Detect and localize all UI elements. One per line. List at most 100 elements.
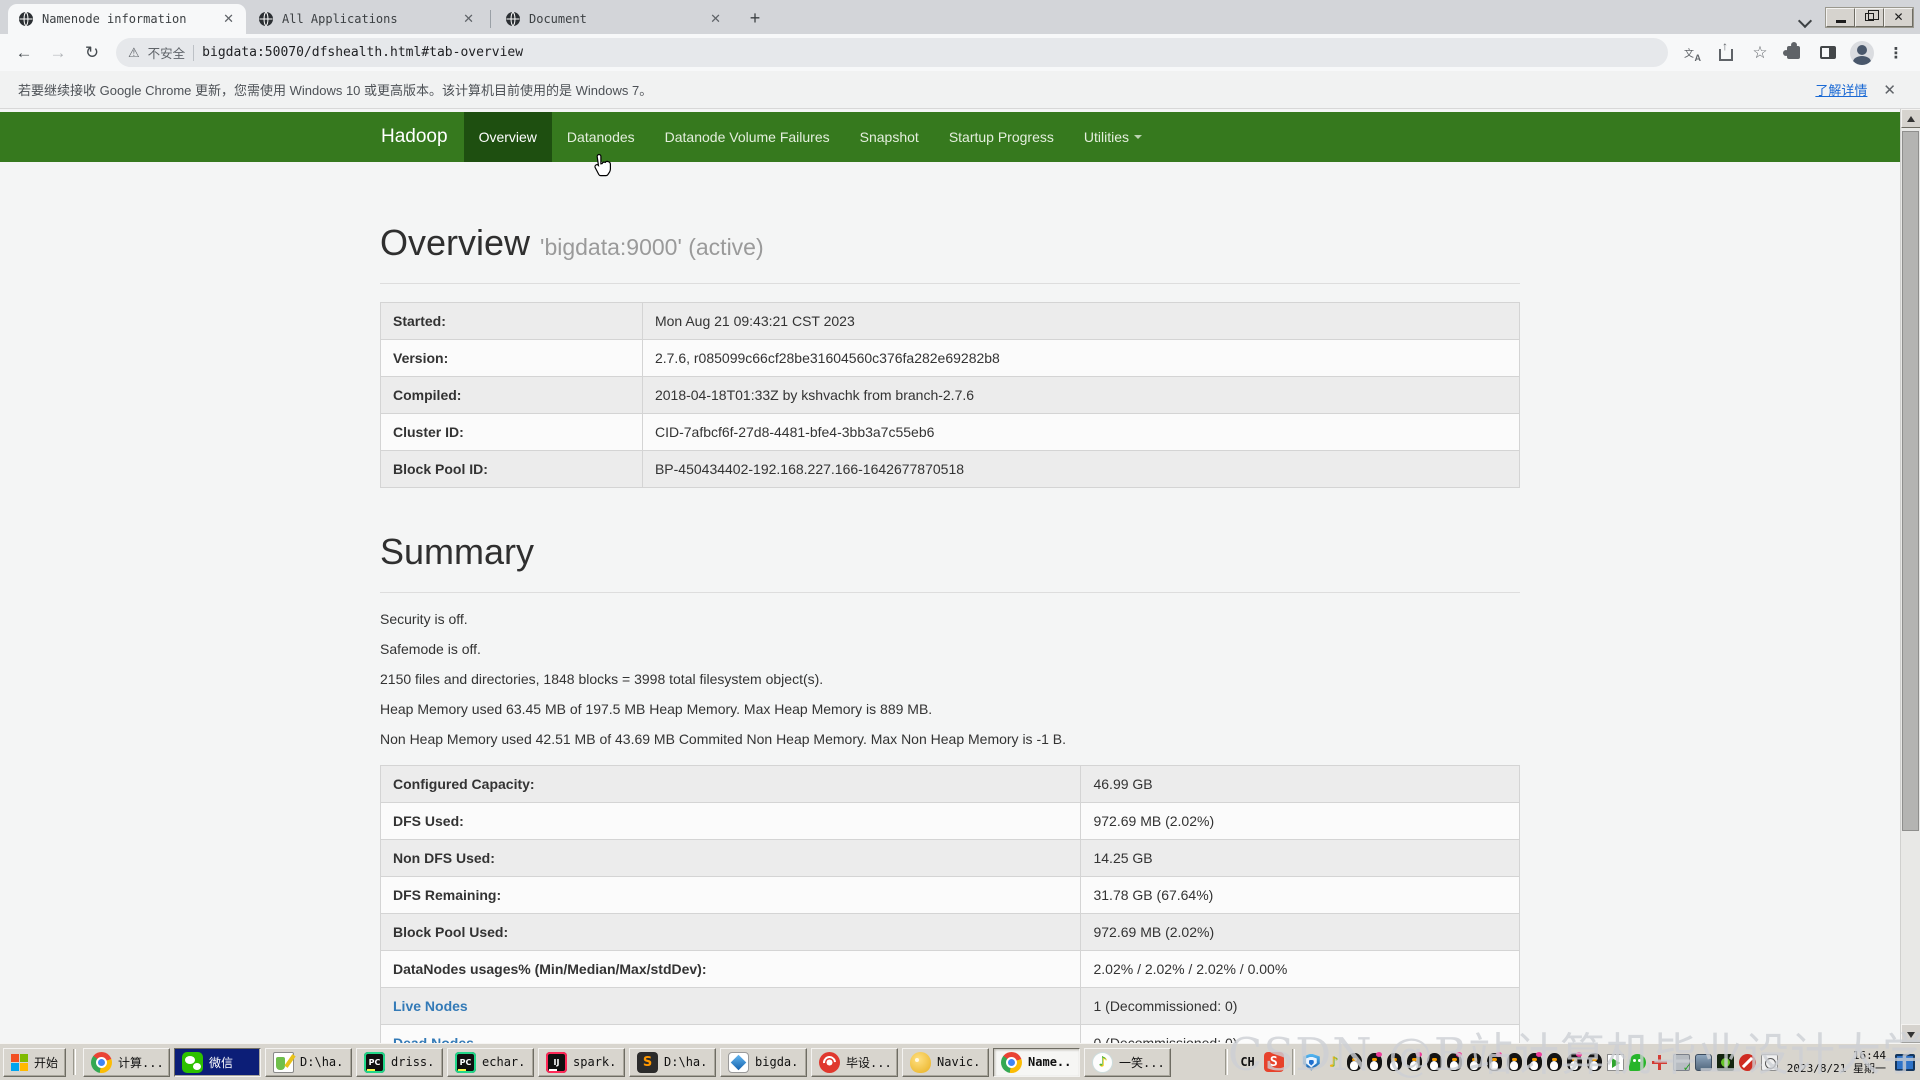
url-text[interactable]: bigdata:50070/dfshealth.html#tab-overvie… (202, 45, 523, 60)
task-chrome-namenode[interactable]: Name... (993, 1048, 1080, 1077)
task-chrome-jisuan[interactable]: 计算... (83, 1048, 170, 1077)
language-indicator[interactable]: CH (1236, 1055, 1258, 1069)
qq-penguin-icon[interactable] (1467, 1053, 1482, 1071)
tab-close-icon[interactable]: ✕ (461, 12, 476, 27)
sogou-input-icon[interactable]: S (1264, 1052, 1284, 1072)
summary-line: Non Heap Memory used 42.51 MB of 43.69 M… (380, 729, 1520, 749)
address-bar[interactable]: ⚠ 不安全 bigdata:50070/dfshealth.html#tab-o… (116, 38, 1668, 67)
qq-penguin-icon[interactable] (1487, 1053, 1502, 1071)
not-secure-warning-icon[interactable]: ⚠ (128, 45, 140, 61)
vmware-icon (728, 1052, 749, 1073)
qq-penguin-icon[interactable] (1507, 1053, 1522, 1071)
tab-title: Namenode information (42, 12, 213, 26)
tab-document[interactable]: Document ✕ (495, 4, 733, 34)
tab-close-icon[interactable]: ✕ (708, 12, 723, 27)
qq-penguin-icon[interactable] (1567, 1053, 1582, 1071)
summary-header: Summary (380, 533, 1520, 593)
task-idea-spark[interactable]: IJspark... (538, 1048, 625, 1077)
forward-button[interactable]: → (44, 39, 72, 67)
notice-text: 若要继续接收 Google Chrome 更新，您需使用 Windows 10 … (18, 80, 1805, 99)
clipboard-tray-icon[interactable] (1607, 1054, 1624, 1071)
browser-toolbar: ← → ↻ ⚠ 不安全 bigdata:50070/dfshealth.html… (0, 34, 1920, 71)
vertical-scrollbar[interactable] (1900, 109, 1920, 1043)
globe-favicon-icon (258, 11, 274, 27)
task-notepadpp[interactable]: D:\ha... (265, 1048, 352, 1077)
page-title: Overview 'bigdata:9000' (active) (380, 224, 1520, 263)
back-button[interactable]: ← (10, 39, 38, 67)
qq-penguin-icon[interactable] (1587, 1053, 1602, 1071)
menu-kebab-icon[interactable]: ⋮ (1882, 39, 1910, 67)
scrollbar-thumb[interactable] (1902, 131, 1919, 831)
navbar-brand[interactable]: Hadoop (365, 112, 464, 162)
pycharm-icon: PC (364, 1052, 385, 1073)
scroll-down-arrow[interactable] (1901, 1024, 1920, 1043)
minimize-button[interactable] (1826, 8, 1855, 27)
learn-more-link[interactable]: 了解详情 (1815, 80, 1867, 99)
task-navicat[interactable]: Navic... (902, 1048, 989, 1077)
wechat-tray-icon[interactable] (1629, 1054, 1646, 1071)
scroll-up-arrow[interactable] (1901, 109, 1920, 128)
qq-penguin-icon[interactable] (1407, 1053, 1422, 1071)
network-tray-icon[interactable] (1761, 1054, 1778, 1071)
qq-penguin-icon[interactable] (1447, 1053, 1462, 1071)
profile-avatar[interactable] (1848, 39, 1876, 67)
new-tab-button[interactable]: + (741, 4, 769, 32)
share-icon[interactable] (1712, 39, 1740, 67)
qq-music-icon (1092, 1052, 1113, 1073)
nav-snapshot[interactable]: Snapshot (845, 112, 934, 162)
bookmark-star-icon[interactable]: ☆ (1746, 39, 1774, 67)
close-button[interactable] (1884, 8, 1913, 27)
omnibox-divider (193, 45, 194, 61)
task-pycharm-driss[interactable]: PCdriss... (356, 1048, 443, 1077)
nav-startup-progress[interactable]: Startup Progress (934, 112, 1069, 162)
task-vmware-bigdata[interactable]: bigda... (720, 1048, 807, 1077)
table-row: Version:2.7.6, r085099c66cf28be31604560c… (381, 339, 1520, 376)
qq-penguin-icon[interactable] (1367, 1053, 1382, 1071)
tab-search-chevron-icon[interactable] (1799, 14, 1811, 26)
red-spiral-icon (819, 1052, 840, 1073)
red-cross-tray-icon[interactable] (1651, 1054, 1668, 1071)
translate-icon[interactable] (1678, 39, 1706, 67)
tab-namenode[interactable]: Namenode information ✕ (8, 4, 246, 34)
start-button[interactable]: 开始 (3, 1048, 66, 1077)
restore-button[interactable] (1855, 8, 1884, 27)
side-panel-icon[interactable] (1814, 39, 1842, 67)
table-row: DataNodes usages% (Min/Median/Max/stdDev… (381, 950, 1520, 987)
android-tray-icon[interactable] (1717, 1054, 1734, 1071)
nav-datanode-volume-failures[interactable]: Datanode Volume Failures (650, 112, 845, 162)
window-controls (1825, 7, 1914, 28)
qq-penguin-icon[interactable] (1527, 1053, 1542, 1071)
table-row: DFS Remaining:31.78 GB (67.64%) (381, 876, 1520, 913)
task-wechat[interactable]: 微信 (174, 1048, 261, 1077)
security-shield-icon[interactable] (1303, 1054, 1320, 1071)
qq-penguin-icon[interactable] (1427, 1053, 1442, 1071)
task-sublime[interactable]: SD:\ha... (629, 1048, 716, 1077)
device-tray-icon[interactable] (1695, 1054, 1712, 1071)
qq-penguin-icon[interactable] (1347, 1053, 1362, 1071)
hadoop-navbar: Hadoop Overview Datanodes Datanode Volum… (0, 112, 1900, 162)
live-nodes-link[interactable]: Live Nodes (393, 998, 468, 1014)
task-pycharm-echar[interactable]: PCechar... (447, 1048, 534, 1077)
reload-button[interactable]: ↻ (78, 39, 106, 67)
dead-nodes-link[interactable]: Dead Nodes (393, 1035, 474, 1043)
show-desktop-monitor-icon[interactable] (1895, 1054, 1915, 1071)
tab-all-applications[interactable]: All Applications ✕ (248, 4, 486, 34)
qq-penguin-icon[interactable] (1387, 1053, 1402, 1071)
nav-utilities[interactable]: Utilities (1069, 112, 1157, 162)
tab-close-icon[interactable]: ✕ (221, 12, 236, 27)
nav-overview[interactable]: Overview (464, 112, 552, 162)
blocked-tray-icon[interactable] (1739, 1054, 1756, 1071)
music-note-icon[interactable] (1325, 1054, 1342, 1071)
table-row: Live Nodes1 (Decommissioned: 0) (381, 987, 1520, 1024)
qq-penguin-icon[interactable] (1547, 1053, 1562, 1071)
extensions-puzzle-icon[interactable] (1780, 39, 1808, 67)
page-viewport: Hadoop Overview Datanodes Datanode Volum… (0, 109, 1900, 1043)
tab-title: All Applications (282, 12, 453, 26)
table-row: Non DFS Used:14.25 GB (381, 839, 1520, 876)
notice-close-icon[interactable]: ✕ (1877, 81, 1902, 99)
navicat-icon (910, 1052, 931, 1073)
task-qqmusic[interactable]: 一笑... (1084, 1048, 1171, 1077)
task-bishe[interactable]: 毕设... (811, 1048, 898, 1077)
taskbar-clock[interactable]: 16:44 2023/8/21 星期一 (1783, 1049, 1890, 1075)
usb-eject-tray-icon[interactable] (1673, 1054, 1690, 1071)
